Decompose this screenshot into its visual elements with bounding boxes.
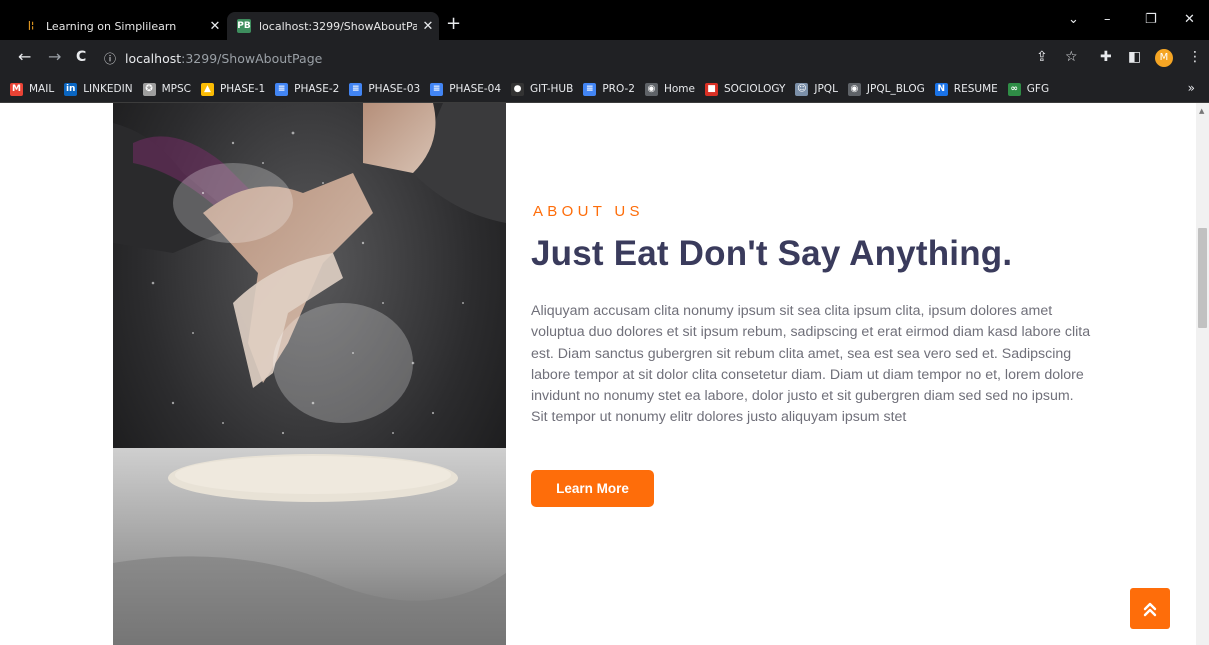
bookmark-phase-2[interactable]: ≡ PHASE-2 xyxy=(275,82,340,96)
baker-flour-image xyxy=(113,103,506,645)
bookmark-resume[interactable]: N RESUME xyxy=(934,82,998,96)
bookmark-mail[interactable]: M MAIL xyxy=(10,82,55,96)
docs-icon: ≡ xyxy=(430,82,444,96)
bookmark-label: SOCIOLOGY xyxy=(723,83,786,95)
browser-tab-strip: |¦ Learning on Simplilearn ✕ PB localhos… xyxy=(0,0,1209,40)
bookmarks-overflow-icon[interactable]: » xyxy=(1188,81,1195,95)
bookmark-label: PHASE-2 xyxy=(294,83,340,95)
tab-simplilearn[interactable]: |¦ Learning on Simplilearn ✕ xyxy=(14,12,226,40)
restore-button[interactable]: ❐ xyxy=(1145,12,1157,27)
drive-icon: ▲ xyxy=(200,82,214,96)
gfg-icon: ∞ xyxy=(1007,82,1021,96)
bookmark-label: JPQL_BLOG xyxy=(866,83,925,95)
globe-icon: ◉ xyxy=(644,82,658,96)
scroll-up-arrow-icon[interactable]: ▲ xyxy=(1199,107,1204,115)
new-tab-button[interactable]: + xyxy=(446,14,461,34)
close-tab-icon[interactable]: ✕ xyxy=(204,19,226,34)
tab-title: Learning on Simplilearn xyxy=(46,19,177,33)
bookmark-pro-2[interactable]: ≡ PRO-2 xyxy=(583,82,635,96)
section-eyebrow: ABOUT US xyxy=(533,203,644,220)
about-paragraph: Aliquyam accusam clita nonumy ipsum sit … xyxy=(531,303,1091,426)
bookmark-label: MAIL xyxy=(29,83,55,95)
bookmark-phase-1[interactable]: ▲ PHASE-1 xyxy=(200,82,266,96)
bookmark-label: Home xyxy=(663,83,695,95)
bookmark-label: PHASE-04 xyxy=(449,83,502,95)
learn-more-button[interactable]: Learn More xyxy=(531,470,654,507)
profile-avatar[interactable]: M xyxy=(1155,49,1173,67)
menu-kebab-icon[interactable]: ⋮ xyxy=(1188,49,1202,65)
gmail-icon: M xyxy=(10,82,23,96)
bookmark-label: JPQL xyxy=(814,83,838,95)
linkedin-icon: in xyxy=(64,82,78,96)
bookmark-label: RESUME xyxy=(953,83,998,95)
close-window-button[interactable]: ✕ xyxy=(1184,12,1195,27)
close-tab-icon[interactable]: ✕ xyxy=(417,19,439,34)
share-icon[interactable]: ⇪ xyxy=(1036,49,1048,65)
side-panel-icon[interactable]: ◧ xyxy=(1128,49,1141,65)
page-viewport: ABOUT US Just Eat Don't Say Anything. Al… xyxy=(0,103,1196,645)
bookmark-jpql[interactable]: ☺ JPQL xyxy=(795,82,838,96)
scrollbar-thumb[interactable] xyxy=(1198,228,1207,328)
bookmark-jpql-blog[interactable]: ◉ JPQL_BLOG xyxy=(847,82,925,96)
double-chevron-up-icon xyxy=(1143,602,1157,616)
bookmark-label: LINKEDIN xyxy=(83,83,133,95)
person-icon: ☺ xyxy=(795,82,809,96)
tab-search-icon[interactable]: ⌄ xyxy=(1068,12,1079,27)
bookmark-gfg[interactable]: ∞ GFG xyxy=(1007,82,1050,96)
docs-icon: ≡ xyxy=(583,82,597,96)
n-logo-icon: N xyxy=(934,82,948,96)
bookmark-label: GIT-HUB xyxy=(530,83,574,95)
page-scrollbar[interactable]: ▲ xyxy=(1196,103,1209,645)
site-info-icon[interactable]: ⓘ xyxy=(104,50,116,67)
page-title: Just Eat Don't Say Anything. xyxy=(531,234,1013,273)
red-square-icon: ■ xyxy=(704,82,718,96)
forward-button[interactable]: → xyxy=(48,48,61,66)
pb-favicon-icon: PB xyxy=(237,19,251,33)
globe-icon: ◉ xyxy=(847,82,861,96)
bookmark-phase-04[interactable]: ≡ PHASE-04 xyxy=(430,82,502,96)
extensions-icon[interactable]: ✚ xyxy=(1100,49,1112,65)
bookmark-label: PHASE-03 xyxy=(368,83,421,95)
bookmark-git-hub[interactable]: ● GIT-HUB xyxy=(511,82,574,96)
emblem-icon: ✪ xyxy=(142,82,156,96)
bookmark-sociology[interactable]: ■ SOCIOLOGY xyxy=(704,82,786,96)
bookmark-linkedin[interactable]: in LINKEDIN xyxy=(64,82,133,96)
bookmark-mpsc[interactable]: ✪ MPSC xyxy=(142,82,191,96)
url-host: localhost xyxy=(125,50,182,66)
browser-toolbar: ← → C ⓘ localhost:3299/ShowAboutPage ⇪ ☆… xyxy=(0,40,1209,76)
simplilearn-icon: |¦ xyxy=(27,21,35,31)
bookmark-phase-03[interactable]: ≡ PHASE-03 xyxy=(349,82,421,96)
github-icon: ● xyxy=(511,82,525,96)
reload-button[interactable]: C xyxy=(76,48,86,66)
bookmark-label: MPSC xyxy=(161,83,191,95)
back-button[interactable]: ← xyxy=(18,48,31,66)
bookmark-star-icon[interactable]: ☆ xyxy=(1065,49,1078,65)
tab-about-page[interactable]: PB localhost:3299/ShowAboutPage ✕ xyxy=(227,12,439,40)
url-path: :3299/ShowAboutPage xyxy=(181,50,323,66)
docs-icon: ≡ xyxy=(349,82,363,96)
tab-title: localhost:3299/ShowAboutPage xyxy=(259,19,417,33)
docs-icon: ≡ xyxy=(275,82,289,96)
minimize-button[interactable]: – xyxy=(1104,12,1111,27)
bookmark-label: PRO-2 xyxy=(602,83,635,95)
back-to-top-button[interactable] xyxy=(1130,588,1170,629)
bookmark-label: PHASE-1 xyxy=(219,83,266,95)
bookmark-home[interactable]: ◉ Home xyxy=(644,82,695,96)
bookmark-label: GFG xyxy=(1026,83,1050,95)
address-bar[interactable]: ⓘ localhost:3299/ShowAboutPage xyxy=(104,45,1094,71)
bookmarks-bar: M MAIL in LINKEDIN ✪ MPSC ▲ PHASE-1 ≡ PHASE-2 ≡ PHA… xyxy=(0,76,1209,103)
